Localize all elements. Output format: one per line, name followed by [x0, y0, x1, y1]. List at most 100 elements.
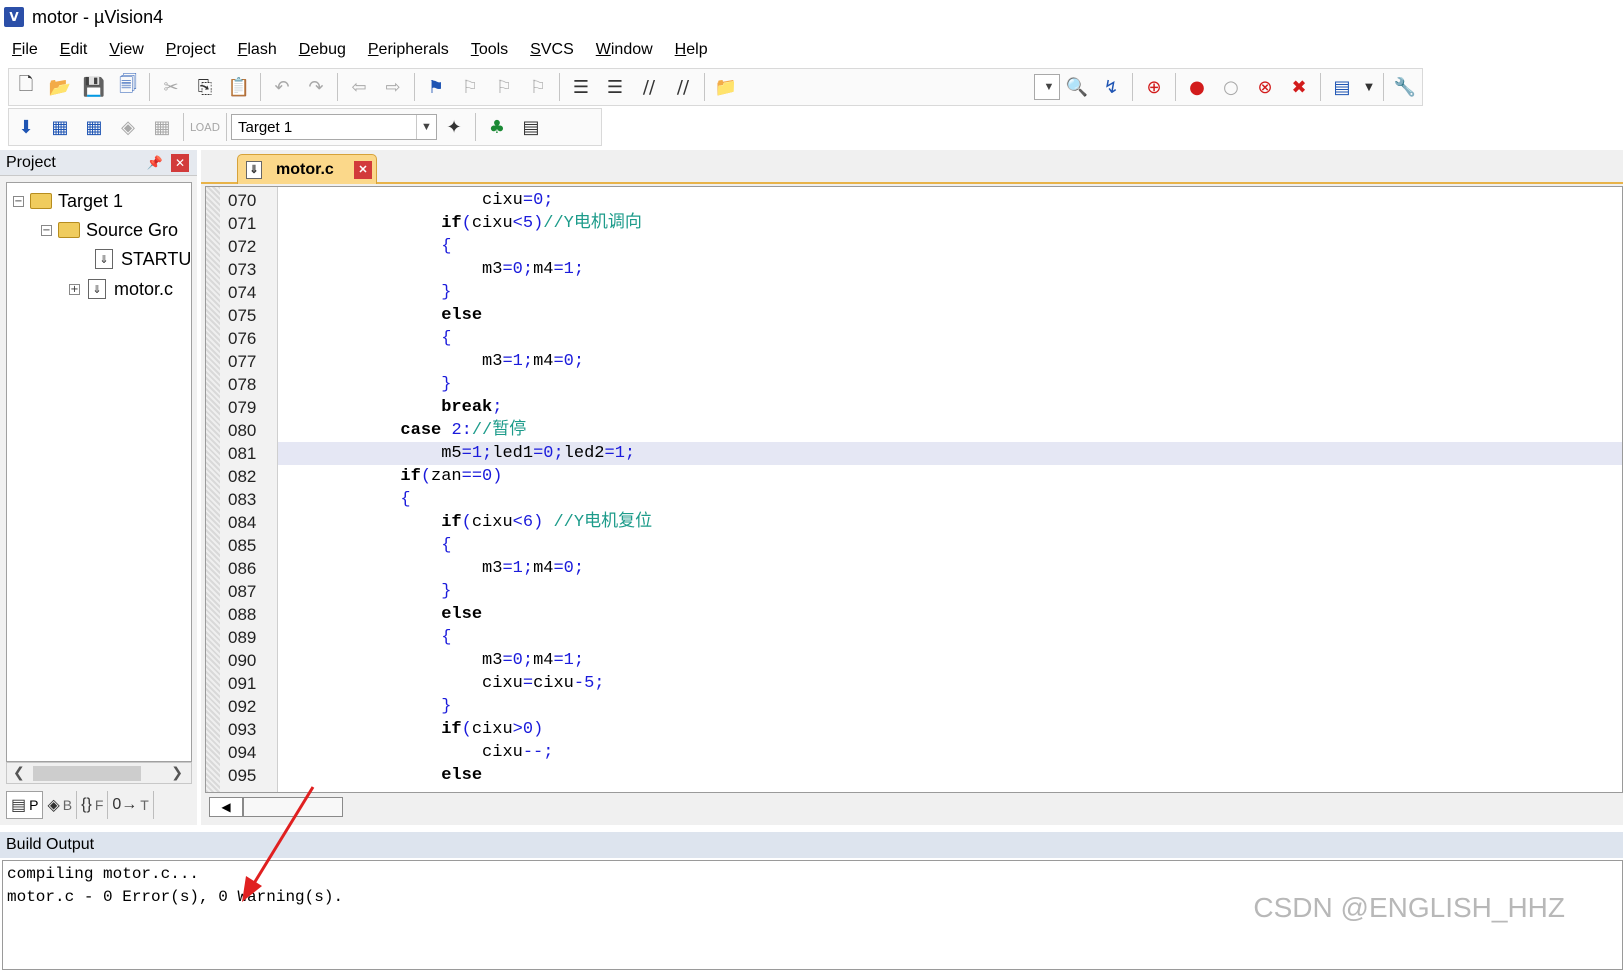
- bookmark-next-icon[interactable]: ⚐: [490, 73, 518, 101]
- copy-icon[interactable]: ⎘: [191, 73, 219, 101]
- scrollbar-thumb[interactable]: [243, 797, 343, 817]
- code-line[interactable]: {: [278, 534, 1622, 557]
- collapse-icon[interactable]: −: [13, 195, 24, 207]
- kill-all-breakpoints-icon[interactable]: ✖: [1285, 73, 1313, 101]
- code-line[interactable]: m3=0;m4=1;: [278, 649, 1622, 672]
- indent-icon[interactable]: ☰: [567, 73, 595, 101]
- code-line[interactable]: }: [278, 281, 1622, 304]
- navigate-back-icon[interactable]: ⇦: [345, 73, 373, 101]
- comment-icon[interactable]: //: [635, 73, 663, 101]
- disable-all-breakpoints-icon[interactable]: ⊗: [1251, 73, 1279, 101]
- menu-window[interactable]: Window: [596, 41, 653, 59]
- tab-project[interactable]: ▤ P: [6, 791, 44, 819]
- bookmark-previous-icon[interactable]: ⚐: [456, 73, 484, 101]
- load-download-icon[interactable]: LOAD: [190, 113, 220, 141]
- tab-books[interactable]: ◈ B: [43, 791, 78, 819]
- code-line[interactable]: m3=1;m4=0;: [278, 350, 1622, 373]
- menu-edit[interactable]: Edit: [60, 41, 88, 59]
- find-icon[interactable]: 🔍: [1063, 73, 1091, 101]
- code-line[interactable]: else: [278, 764, 1622, 787]
- build-icon[interactable]: ▦: [46, 113, 74, 141]
- target-options-icon[interactable]: ✦: [440, 113, 468, 141]
- code-line[interactable]: cixu--;: [278, 741, 1622, 764]
- chevron-down-icon[interactable]: ▼: [1362, 73, 1376, 101]
- editor-horizontal-scrollbar[interactable]: ◀: [205, 795, 1623, 819]
- uncomment-icon[interactable]: //: [669, 73, 697, 101]
- scroll-left-icon[interactable]: ❮: [13, 765, 25, 781]
- close-icon[interactable]: ✕: [354, 160, 372, 179]
- select-packs-icon[interactable]: ▤: [517, 113, 545, 141]
- cut-icon[interactable]: ✂: [157, 73, 185, 101]
- translate-icon[interactable]: ⬇: [12, 113, 40, 141]
- navigate-forward-icon[interactable]: ⇨: [379, 73, 407, 101]
- tab-functions[interactable]: {} F: [77, 791, 109, 819]
- save-all-icon[interactable]: 🗐: [114, 73, 142, 101]
- tree-item-startup-file[interactable]: ⇓ STARTU: [93, 246, 191, 272]
- code-line[interactable]: else: [278, 304, 1622, 327]
- code-line[interactable]: m5=1;led1=0;led2=1;: [278, 442, 1622, 465]
- code-line[interactable]: {: [278, 235, 1622, 258]
- tree-item-motor-file[interactable]: + ⇓ motor.c: [69, 276, 173, 302]
- scroll-right-icon[interactable]: ❯: [171, 765, 183, 781]
- code-line[interactable]: if(cixu<6) //Y电机复位: [278, 511, 1622, 534]
- menu-debug[interactable]: Debug: [299, 41, 346, 59]
- scroll-left-icon[interactable]: ◀: [209, 797, 243, 817]
- code-line[interactable]: if(cixu>0): [278, 718, 1622, 741]
- redo-icon[interactable]: ↷: [302, 73, 330, 101]
- code-line[interactable]: case 2://暂停: [278, 419, 1622, 442]
- manage-components-icon[interactable]: ♣: [483, 113, 511, 141]
- menu-flash[interactable]: Flash: [238, 41, 277, 59]
- unindent-icon[interactable]: ☰: [601, 73, 629, 101]
- code-line[interactable]: else: [278, 603, 1622, 626]
- enable-breakpoint-icon[interactable]: ○: [1217, 73, 1245, 101]
- code-line[interactable]: break;: [278, 396, 1622, 419]
- paste-icon[interactable]: 📋: [225, 73, 253, 101]
- collapse-icon[interactable]: −: [41, 224, 52, 236]
- tree-horizontal-scrollbar[interactable]: ❮ ❯: [6, 762, 192, 784]
- menu-project[interactable]: Project: [166, 41, 216, 59]
- code-line[interactable]: cixu=0;: [278, 189, 1622, 212]
- menu-tools[interactable]: Tools: [471, 41, 508, 59]
- pin-icon[interactable]: 📌: [147, 155, 163, 171]
- tree-item-source-group[interactable]: − Source Gro: [41, 217, 178, 243]
- code-line[interactable]: if(zan==0): [278, 465, 1622, 488]
- code-line[interactable]: {: [278, 488, 1622, 511]
- window-layout-icon[interactable]: ▤: [1328, 73, 1356, 101]
- code-line[interactable]: if(cixu<5)//Y电机调向: [278, 212, 1622, 235]
- code-line[interactable]: {: [278, 626, 1622, 649]
- tree-item-target[interactable]: − Target 1: [13, 188, 123, 214]
- code-editor[interactable]: 070 071 072 073 074 075 076 077 078 079 080 081 082 0…: [205, 186, 1623, 793]
- rebuild-icon[interactable]: ▦: [80, 113, 108, 141]
- code-line[interactable]: m3=0;m4=1;: [278, 258, 1622, 281]
- insert-breakpoint-icon[interactable]: ●: [1183, 73, 1211, 101]
- menu-peripherals[interactable]: Peripherals: [368, 41, 449, 59]
- menu-help[interactable]: Help: [675, 41, 708, 59]
- incremental-find-icon[interactable]: ↯: [1097, 73, 1125, 101]
- open-file-icon[interactable]: 📂: [46, 73, 74, 101]
- tab-motor-c[interactable]: ⇓ motor.c ✕: [237, 154, 377, 184]
- code-line[interactable]: {: [278, 327, 1622, 350]
- find-in-files-icon[interactable]: 📁: [712, 73, 740, 101]
- code-line[interactable]: }: [278, 695, 1622, 718]
- scrollbar-thumb[interactable]: [33, 766, 141, 781]
- save-icon[interactable]: 💾: [80, 73, 108, 101]
- bookmark-toggle-icon[interactable]: ⚑: [422, 73, 450, 101]
- code-line[interactable]: m3=1;m4=0;: [278, 557, 1622, 580]
- code-line[interactable]: cixu=cixu-5;: [278, 672, 1622, 695]
- new-file-icon[interactable]: 🗋: [12, 73, 40, 101]
- configure-tools-icon[interactable]: 🔧: [1391, 73, 1419, 101]
- code-line[interactable]: }: [278, 580, 1622, 603]
- menu-svcs[interactable]: SVCS: [530, 41, 574, 59]
- menu-view[interactable]: View: [109, 41, 143, 59]
- target-select[interactable]: Target 1 ▼: [231, 114, 437, 140]
- stop-build-icon[interactable]: ▦: [148, 113, 176, 141]
- close-icon[interactable]: ✕: [171, 153, 189, 172]
- undo-icon[interactable]: ↶: [268, 73, 296, 101]
- batch-build-icon[interactable]: ◈: [114, 113, 142, 141]
- bookmark-clear-icon[interactable]: ⚐: [524, 73, 552, 101]
- expand-icon[interactable]: +: [69, 283, 80, 295]
- debug-session-icon[interactable]: ⊕: [1140, 73, 1168, 101]
- menu-file[interactable]: File: [12, 41, 38, 59]
- tab-templates[interactable]: 0→ T: [108, 791, 154, 819]
- code-line[interactable]: }: [278, 373, 1622, 396]
